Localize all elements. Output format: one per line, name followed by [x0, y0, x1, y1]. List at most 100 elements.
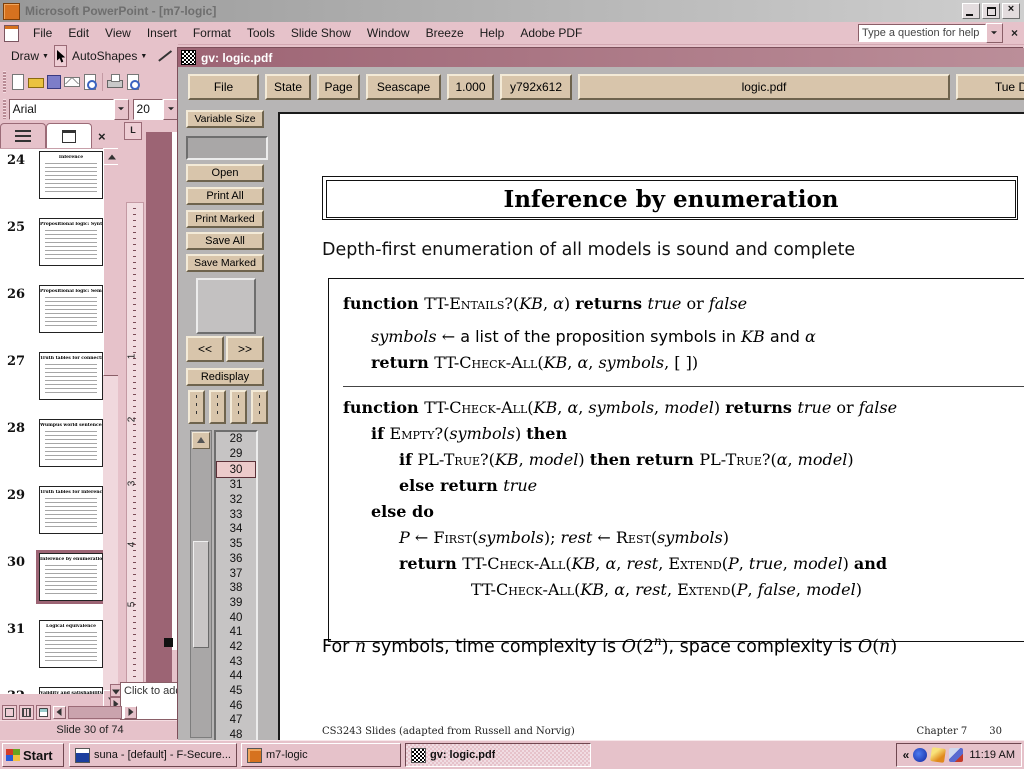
- sidebar-close-icon[interactable]: ×: [98, 129, 106, 148]
- menu-item[interactable]: Breeze: [418, 23, 472, 43]
- gv-page-number[interactable]: 36: [216, 552, 256, 567]
- font-size-dropdown-icon[interactable]: [163, 99, 178, 120]
- taskbar-app-button[interactable]: m7-logic: [241, 743, 401, 767]
- slide-thumbnail-image[interactable]: Propositional logic: Semantics: [39, 285, 103, 333]
- gv-page-number[interactable]: 31: [216, 478, 256, 493]
- slide-thumbnail[interactable]: 27 Truth tables for connectives: [0, 350, 103, 417]
- toolbar-grip[interactable]: [3, 99, 6, 120]
- start-button[interactable]: Start: [2, 743, 64, 767]
- slideshow-view-icon[interactable]: [36, 705, 51, 720]
- taskbar-app-button[interactable]: gv: logic.pdf: [405, 743, 591, 767]
- gv-toolbar-button[interactable]: File: [188, 74, 259, 100]
- menu-item[interactable]: Adobe PDF: [512, 23, 590, 43]
- slide-thumbnail-image[interactable]: Validity and satisfiability: [39, 687, 103, 694]
- gv-page-number[interactable]: 43: [216, 654, 256, 669]
- minimize-button-icon[interactable]: [962, 3, 980, 19]
- slide-thumbnail-image[interactable]: Inference: [39, 151, 103, 199]
- prev-page-button[interactable]: <<: [186, 336, 224, 362]
- print-icon[interactable]: [106, 73, 124, 91]
- horizontal-scrollbar[interactable]: [68, 706, 122, 719]
- gv-toolbar-button[interactable]: 1.000: [447, 74, 494, 100]
- hscroll-right-icon[interactable]: [124, 706, 137, 719]
- gv-toolbar-button[interactable]: Page: [317, 74, 360, 100]
- menu-item[interactable]: Tools: [239, 23, 283, 43]
- mark-toggle-button-4[interactable]: [251, 390, 268, 424]
- ruler-corner-button[interactable]: L: [124, 122, 142, 140]
- tab-slides[interactable]: [46, 123, 92, 148]
- gv-page-number[interactable]: 37: [216, 566, 256, 581]
- gv-page-scrollbar[interactable]: [190, 430, 212, 738]
- gv-titlebar[interactable]: gv: logic.pdf: [178, 48, 1024, 67]
- select-objects-button[interactable]: [54, 45, 67, 67]
- gv-scroll-up-icon[interactable]: [192, 432, 210, 449]
- menu-item[interactable]: Help: [472, 23, 513, 43]
- mark-toggle-button-3[interactable]: [230, 390, 247, 424]
- hscroll-left-icon[interactable]: [53, 706, 66, 719]
- gv-page-number[interactable]: 38: [216, 581, 256, 596]
- mark-toggle-button-2[interactable]: [209, 390, 226, 424]
- taskbar-app-button[interactable]: suna - [default] - F-Secure...: [69, 743, 237, 767]
- tray-app-icon-1[interactable]: [913, 748, 927, 762]
- tray-app-icon-3[interactable]: [949, 748, 963, 762]
- mark-toggle-button-1[interactable]: [188, 390, 205, 424]
- font-name-dropdown-icon[interactable]: [114, 99, 129, 120]
- tray-chevron-icon[interactable]: «: [903, 748, 910, 762]
- gv-toolbar-button[interactable]: Seascape: [366, 74, 441, 100]
- menu-item[interactable]: Edit: [60, 23, 97, 43]
- menu-item[interactable]: File: [25, 23, 60, 43]
- save-marked-button[interactable]: Save Marked: [186, 254, 264, 272]
- gv-page-number[interactable]: 34: [216, 522, 256, 537]
- new-document-icon[interactable]: [9, 73, 27, 91]
- slide-thumbnail[interactable]: 26 Propositional logic: Semantics: [0, 283, 103, 350]
- slide-thumbnail[interactable]: 25 Propositional logic: Syntax: [0, 216, 103, 283]
- gv-page-number[interactable]: 46: [216, 698, 256, 713]
- open-folder-icon[interactable]: [27, 73, 45, 91]
- autoshapes-menu-button[interactable]: AutoShapes▼: [67, 47, 152, 65]
- toolbar-grip[interactable]: [3, 71, 6, 93]
- gv-page-number[interactable]: 32: [216, 493, 256, 508]
- restore-button-icon[interactable]: [982, 3, 1000, 19]
- print-marked-button[interactable]: Print Marked: [186, 210, 264, 228]
- normal-view-icon[interactable]: [2, 705, 17, 720]
- email-icon[interactable]: [63, 73, 81, 91]
- menu-item[interactable]: Window: [359, 23, 418, 43]
- slide-thumbnail[interactable]: 32 Validity and satisfiability: [0, 685, 103, 694]
- slide-thumbnail[interactable]: 24 Inference: [0, 149, 103, 216]
- slide-thumbnail-image[interactable]: Truth tables for inference: [39, 486, 103, 534]
- slide-thumbnail-image[interactable]: Propositional logic: Syntax: [39, 218, 103, 266]
- slide-thumbnail-image[interactable]: Wumpus world sentences: [39, 419, 103, 467]
- tab-outline[interactable]: [0, 123, 46, 148]
- next-page-button[interactable]: >>: [226, 336, 264, 362]
- gv-page-number[interactable]: 42: [216, 640, 256, 655]
- variable-size-button[interactable]: Variable Size: [186, 110, 264, 128]
- gv-page-number[interactable]: 40: [216, 610, 256, 625]
- slide-thumbnail[interactable]: 31 Logical equivalence: [0, 618, 103, 685]
- gv-toolbar-button[interactable]: logic.pdf: [578, 74, 950, 100]
- slide-thumbnail-image[interactable]: Logical equivalence: [39, 620, 103, 668]
- gv-page-number[interactable]: 39: [216, 596, 256, 611]
- gv-page-number[interactable]: 29: [216, 447, 256, 462]
- save-icon[interactable]: [45, 73, 63, 91]
- slide-thumbnail[interactable]: 29 Truth tables for inference: [0, 484, 103, 551]
- gv-toolbar-button[interactable]: y792x612: [500, 74, 572, 100]
- gv-scrollbar-thumb[interactable]: [193, 541, 209, 648]
- slide-sorter-view-icon[interactable]: [19, 705, 34, 720]
- gv-size-box[interactable]: [186, 136, 268, 160]
- slide-thumbnail[interactable]: 28 Wumpus world sentences: [0, 417, 103, 484]
- font-size-combo[interactable]: 20: [133, 99, 164, 120]
- print-preview-icon[interactable]: [124, 73, 142, 91]
- document-window-icon[interactable]: [4, 25, 19, 42]
- slide-thumbnail[interactable]: 30 Inference by enumeration: [0, 551, 103, 618]
- slide-thumbnail-image[interactable]: Inference by enumeration: [39, 553, 103, 601]
- save-all-button[interactable]: Save All: [186, 232, 264, 250]
- gv-page-number[interactable]: 44: [216, 669, 256, 684]
- gv-page-number[interactable]: 33: [216, 507, 256, 522]
- gv-page-number[interactable]: 30: [216, 461, 256, 478]
- menubar-close-icon[interactable]: ×: [1009, 26, 1024, 40]
- menu-item[interactable]: Format: [185, 23, 239, 43]
- thumbnail-scrollbar[interactable]: [103, 148, 118, 705]
- gv-toolbar-button[interactable]: Tue D: [956, 74, 1024, 100]
- gv-page-number[interactable]: 28: [216, 432, 256, 447]
- help-search-input[interactable]: [858, 24, 986, 42]
- gv-page-number[interactable]: 45: [216, 684, 256, 699]
